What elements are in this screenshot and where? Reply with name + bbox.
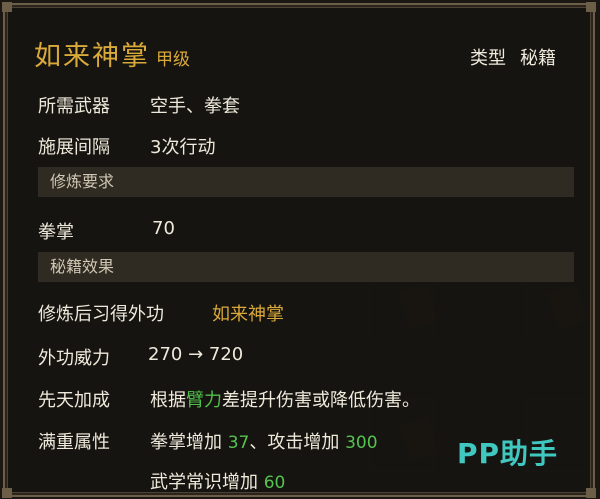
interval-label: 施展间隔 xyxy=(38,137,110,158)
requirement-label: 拳掌 xyxy=(38,222,74,243)
learn-row: 修炼后习得外功 如来神掌 xyxy=(38,300,284,326)
requirements-header: 修炼要求 xyxy=(38,167,574,197)
learn-value: 如来神掌 xyxy=(212,304,284,325)
bonus-1-text: 拳掌增加 xyxy=(150,432,222,453)
requirement-row: 拳掌 70 xyxy=(38,218,175,244)
power-label: 外功威力 xyxy=(38,348,110,369)
interval-row: 施展间隔 3次行动 xyxy=(38,133,215,159)
type-label: 类型 xyxy=(470,48,506,69)
power-row: 外功威力 270 → 720 xyxy=(38,344,243,370)
skill-grade: 甲级 xyxy=(156,50,190,70)
bonus-2-text: 攻击增加 xyxy=(267,432,340,453)
power-value: 270 → 720 xyxy=(148,344,244,365)
bonus-3-value: 60 xyxy=(263,473,286,493)
watermark-logo: PP助手 xyxy=(456,437,558,470)
item-tooltip-panel xyxy=(2,2,596,498)
skill-name: 如来神掌 xyxy=(34,41,150,72)
panel-corner xyxy=(2,488,12,498)
skill-title: 如来神掌 甲级 xyxy=(34,34,190,73)
item-type: 类型 秘籍 xyxy=(470,44,556,70)
bonus-2-value: 300 xyxy=(345,433,378,453)
panel-corner xyxy=(586,488,596,498)
type-value: 秘籍 xyxy=(520,48,556,69)
effects-header: 秘籍效果 xyxy=(38,252,574,282)
weapon-value: 空手、拳套 xyxy=(150,96,240,117)
max-attribute-label: 满重属性 xyxy=(38,432,110,453)
max-attribute-row: 满重属性 拳掌增加 37、攻击增加 300 xyxy=(38,428,378,454)
weapon-label: 所需武器 xyxy=(38,96,110,117)
bonus-1-value: 37 xyxy=(227,433,250,453)
panel-corner xyxy=(586,2,596,12)
requirement-value: 70 xyxy=(152,218,175,239)
bonus-3-text: 武学常识增加 xyxy=(150,472,258,493)
innate-label: 先天加成 xyxy=(38,390,110,411)
panel-corner xyxy=(2,2,12,12)
innate-text-post: 差提升伤害或降低伤害。 xyxy=(222,390,420,411)
innate-text-pre: 根据 xyxy=(150,390,186,411)
weapon-row: 所需武器 空手、拳套 xyxy=(38,92,240,118)
innate-attribute: 臂力 xyxy=(186,390,222,411)
innate-row: 先天加成 根据臂力差提升伤害或降低伤害。 xyxy=(38,386,420,412)
max-attribute-row-2: 武学常识增加 60 xyxy=(150,468,285,494)
interval-value: 3次行动 xyxy=(150,137,216,158)
learn-label: 修炼后习得外功 xyxy=(38,304,164,325)
bonus-separator: 、 xyxy=(249,432,268,453)
